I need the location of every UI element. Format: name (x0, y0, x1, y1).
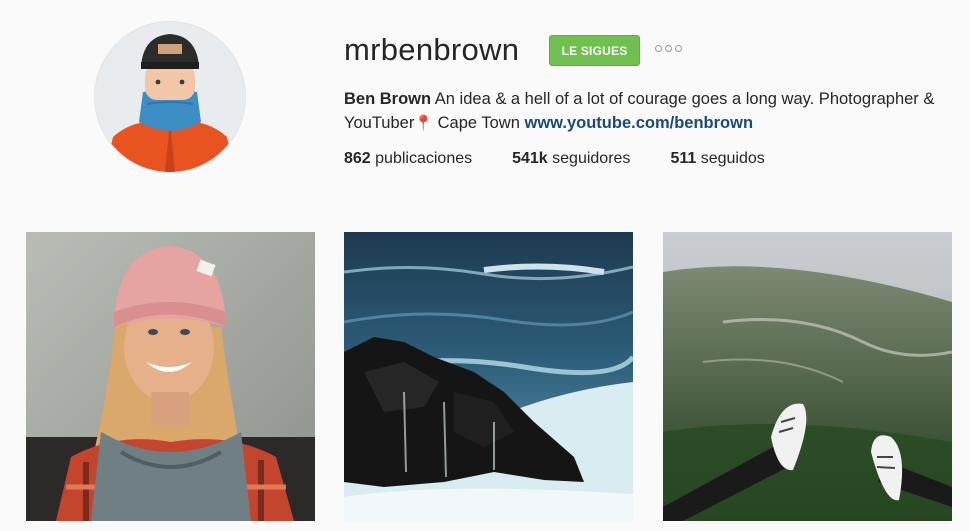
ellipsis-icon[interactable] (655, 45, 682, 55)
bio-link[interactable]: www.youtube.com/benbrown (524, 114, 753, 132)
profile-page: mrbenbrown LE SIGUES Ben Brown An idea &… (0, 0, 970, 531)
stat-followers[interactable]: 541k seguidores (512, 148, 630, 170)
following-button[interactable]: LE SIGUES (549, 35, 640, 66)
dot-icon (665, 45, 672, 52)
profile-bio: Ben Brown An idea & a hell of a lot of c… (344, 87, 944, 136)
bio-location: Cape Town (437, 114, 520, 132)
post-thumbnail[interactable] (26, 232, 315, 521)
stat-posts[interactable]: 862 publicaciones (344, 148, 472, 170)
profile-stats: 862 publicaciones 541k seguidores 511 se… (344, 148, 805, 170)
post-thumbnail[interactable] (344, 232, 633, 521)
stat-value: 511 (670, 150, 697, 167)
location-pin-icon: 📍 (414, 115, 434, 132)
stat-value: 862 (344, 150, 371, 167)
stat-label: publicaciones (375, 150, 473, 167)
profile-username: mrbenbrown (344, 32, 520, 67)
dot-icon (655, 45, 662, 52)
stat-value: 541k (512, 150, 548, 167)
profile-avatar[interactable] (95, 22, 245, 172)
stat-label: seguidores (552, 150, 631, 167)
stat-following[interactable]: 511 seguidos (670, 148, 764, 170)
profile-full-name: Ben Brown (344, 90, 432, 108)
dot-icon (675, 45, 682, 52)
stat-label: seguidos (700, 150, 765, 167)
post-thumbnail[interactable] (663, 232, 952, 521)
